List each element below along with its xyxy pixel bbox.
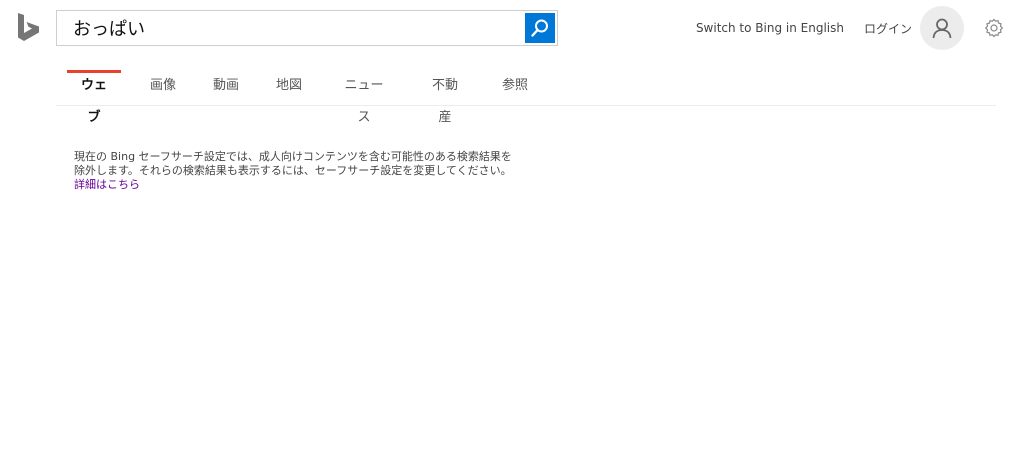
scope-tabs: ウェブ 画像 動画 地図 ニュース 不動産 参照 <box>56 70 996 125</box>
tab-news[interactable]: ニュース <box>339 70 389 125</box>
tab-reference[interactable]: 参照 <box>502 70 528 104</box>
tab-images[interactable]: 画像 <box>150 70 176 104</box>
learn-more-link[interactable]: 詳細はこちら <box>74 178 140 191</box>
notice-line-1: 現在の Bing セーフサーチ設定では、成人向けコンテンツを含む可能性のある検索… <box>74 150 512 163</box>
header-right: Switch to Bing in English ログイン <box>696 6 1024 50</box>
tab-videos[interactable]: 動画 <box>213 70 239 104</box>
search-box <box>56 10 558 46</box>
settings-button[interactable] <box>984 18 1004 38</box>
tab-web[interactable]: ウェブ <box>67 70 121 125</box>
avatar-button[interactable] <box>920 6 964 50</box>
search-icon <box>531 19 548 37</box>
search-button[interactable] <box>525 13 555 43</box>
user-icon <box>932 18 952 39</box>
tab-real-estate[interactable]: 不動産 <box>426 70 464 125</box>
notice-line-2: 除外します。それらの検索結果も表示するには、セーフサーチ設定を変更してください。 <box>74 164 512 177</box>
bing-logo-icon[interactable] <box>16 12 42 44</box>
switch-language-link[interactable]: Switch to Bing in English <box>696 21 844 35</box>
gear-icon <box>984 18 1004 38</box>
login-link[interactable]: ログイン <box>864 20 912 37</box>
search-input[interactable] <box>73 17 503 39</box>
tab-maps[interactable]: 地図 <box>276 70 302 104</box>
safesearch-notice: 現在の Bing セーフサーチ設定では、成人向けコンテンツを含む可能性のある検索… <box>74 150 554 192</box>
